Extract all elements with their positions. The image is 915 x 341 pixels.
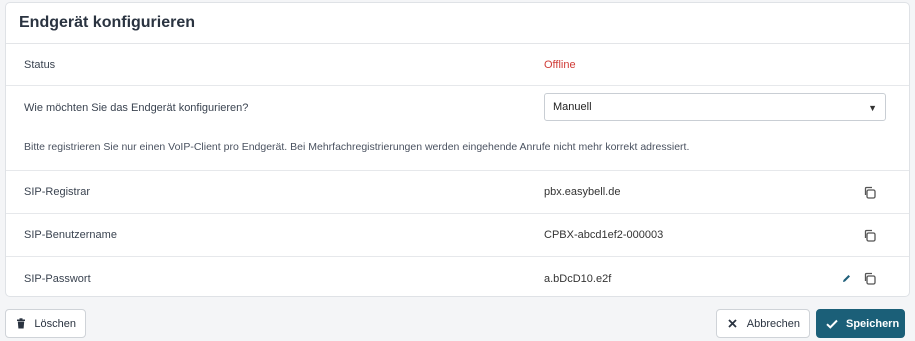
cancel-button-label: Abbrechen bbox=[746, 317, 800, 330]
config-method-selected: Manuell bbox=[553, 101, 592, 113]
card-header: Endgerät konfigurieren bbox=[6, 3, 909, 44]
sip-username-label: SIP-Benutzername bbox=[24, 229, 117, 241]
copy-icon[interactable] bbox=[860, 270, 878, 288]
copy-icon[interactable] bbox=[860, 226, 878, 244]
config-row: Wie möchten Sie das Endgerät konfigurier… bbox=[6, 86, 909, 171]
delete-button-label: Löschen bbox=[34, 317, 76, 330]
sip-registrar-row: SIP-Registrar pbx.easybell.de bbox=[6, 171, 909, 214]
device-config-card: Endgerät konfigurieren Status Offline Wi… bbox=[5, 2, 910, 297]
copy-icon[interactable] bbox=[860, 183, 878, 201]
status-label: Status bbox=[24, 58, 56, 71]
sip-password-value: a.bDcD10.e2f bbox=[544, 272, 612, 285]
registration-note: Bitte registrieren Sie nur einen VoIP-Cl… bbox=[24, 141, 690, 153]
close-icon bbox=[726, 319, 739, 328]
status-row: Status Offline bbox=[6, 44, 909, 86]
card-title: Endgerät konfigurieren bbox=[19, 14, 196, 31]
delete-button[interactable]: Löschen bbox=[5, 309, 86, 338]
config-method-select[interactable]: Manuell ▼ bbox=[544, 93, 886, 121]
caret-down-icon: ▼ bbox=[868, 103, 877, 113]
cancel-button[interactable]: Abbrechen bbox=[716, 309, 810, 338]
pencil-icon[interactable] bbox=[837, 270, 855, 288]
save-button[interactable]: Speichern bbox=[816, 309, 905, 338]
sip-password-row: SIP-Passwort a.bDcD10.e2f bbox=[6, 257, 909, 296]
save-button-label: Speichern bbox=[846, 317, 900, 330]
sip-username-row: SIP-Benutzername CPBX-abcd1ef2-000003 bbox=[6, 214, 909, 257]
status-value: Offline bbox=[544, 58, 576, 71]
sip-registrar-label: SIP-Registrar bbox=[24, 186, 91, 198]
sip-password-label: SIP-Passwort bbox=[24, 272, 91, 285]
trash-icon bbox=[15, 318, 26, 329]
sip-registrar-value: pbx.easybell.de bbox=[544, 186, 621, 198]
sip-username-value: CPBX-abcd1ef2-000003 bbox=[544, 229, 664, 241]
config-question-label: Wie möchten Sie das Endgerät konfigurier… bbox=[24, 102, 249, 114]
check-icon bbox=[826, 319, 838, 329]
